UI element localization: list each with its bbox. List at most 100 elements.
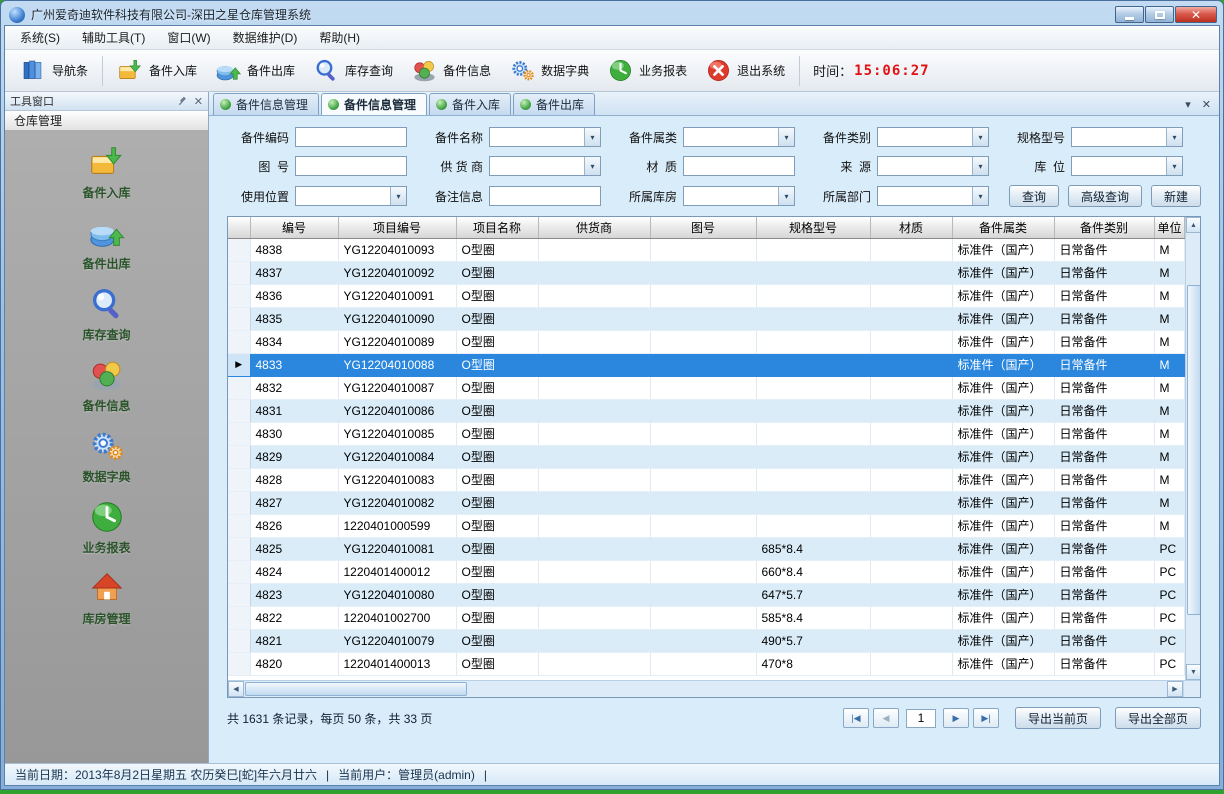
column-header[interactable]: 材质	[870, 217, 952, 238]
table-row[interactable]: 4828YG12204010083O型圈标准件（国产）日常备件M	[228, 468, 1184, 491]
column-header[interactable]: 供货商	[538, 217, 650, 238]
toolbar-parts-outbound[interactable]: 备件出库	[206, 53, 304, 88]
column-header[interactable]: 项目编号	[338, 217, 456, 238]
column-header[interactable]: 项目名称	[456, 217, 538, 238]
column-header[interactable]: 编号	[250, 217, 338, 238]
tool-window-close-icon[interactable]: ✕	[194, 95, 203, 108]
table-row[interactable]: 48201220401400013O型圈470*8标准件（国产）日常备件PC	[228, 652, 1184, 675]
search-dropdown[interactable]: ▾	[489, 156, 601, 176]
row-selector-cell[interactable]: ▶	[228, 353, 250, 376]
table-row[interactable]: ▶4833YG12204010088O型圈标准件（国产）日常备件M	[228, 353, 1184, 376]
next-page-button[interactable]: ▶	[943, 708, 969, 728]
toolbar-navigator[interactable]: 导航条	[11, 53, 97, 88]
row-selector-cell[interactable]	[228, 261, 250, 284]
column-header[interactable]: 备件类别	[1054, 217, 1154, 238]
scroll-down-icon[interactable]: ▼	[1186, 664, 1201, 680]
prev-page-button[interactable]: ◀	[873, 708, 899, 728]
row-selector-cell[interactable]	[228, 537, 250, 560]
sidebar-item-warehouse-manage[interactable]: 库房管理	[5, 569, 208, 627]
table-row[interactable]: 48261220401000599O型圈标准件（国产）日常备件M	[228, 514, 1184, 537]
row-selector-cell[interactable]	[228, 284, 250, 307]
search-dropdown[interactable]: ▾	[683, 127, 795, 147]
row-selector-cell[interactable]	[228, 330, 250, 353]
row-selector-cell[interactable]	[228, 376, 250, 399]
menu-window[interactable]: 窗口(W)	[156, 26, 221, 49]
export-all-pages-button[interactable]: 导出全部页	[1115, 707, 1201, 729]
table-row[interactable]: 4831YG12204010086O型圈标准件（国产）日常备件M	[228, 399, 1184, 422]
toolbar-parts-inbound[interactable]: 备件入库	[108, 53, 206, 88]
table-row[interactable]: 4837YG12204010092O型圈标准件（国产）日常备件M	[228, 261, 1184, 284]
sidebar-item-parts-outbound[interactable]: 备件出库	[5, 214, 208, 272]
table-row[interactable]: 4832YG12204010087O型圈标准件（国产）日常备件M	[228, 376, 1184, 399]
advanced-query-button[interactable]: 高级查询	[1068, 185, 1142, 207]
row-selector-cell[interactable]	[228, 468, 250, 491]
search-text-input[interactable]	[683, 156, 795, 176]
row-selector-cell[interactable]	[228, 491, 250, 514]
first-page-button[interactable]: |◀	[843, 708, 869, 728]
search-dropdown[interactable]: ▾	[877, 186, 989, 206]
table-row[interactable]: 4823YG12204010080O型圈647*5.7标准件（国产）日常备件PC	[228, 583, 1184, 606]
menu-data-maintenance[interactable]: 数据维护(D)	[222, 26, 309, 49]
scroll-up-icon[interactable]: ▲	[1186, 217, 1201, 233]
row-selector-cell[interactable]	[228, 399, 250, 422]
table-row[interactable]: 4835YG12204010090O型圈标准件（国产）日常备件M	[228, 307, 1184, 330]
close-button[interactable]: ✕	[1175, 6, 1217, 23]
tab-parts-outbound[interactable]: 备件出库	[513, 93, 595, 115]
tab-parts-info-manage-1[interactable]: 备件信息管理	[213, 93, 319, 115]
column-header[interactable]: 规格型号	[756, 217, 870, 238]
pin-icon[interactable]	[177, 96, 188, 107]
sidebar-item-stock-query[interactable]: 库存查询	[5, 285, 208, 343]
row-selector-cell[interactable]	[228, 652, 250, 675]
toolbar-business-report[interactable]: 业务报表	[598, 53, 696, 88]
row-selector-cell[interactable]	[228, 307, 250, 330]
maximize-button[interactable]	[1145, 6, 1174, 23]
scroll-right-icon[interactable]: ▶	[1167, 681, 1183, 697]
row-selector-cell[interactable]	[228, 238, 250, 261]
sidebar-item-business-report[interactable]: 业务报表	[5, 498, 208, 556]
table-row[interactable]: 4834YG12204010089O型圈标准件（国产）日常备件M	[228, 330, 1184, 353]
column-header[interactable]: 单位	[1154, 217, 1184, 238]
toolbar-stock-query[interactable]: 库存查询	[304, 53, 402, 88]
tab-close-icon[interactable]: ✕	[1202, 98, 1211, 111]
column-header[interactable]: 备件属类	[952, 217, 1054, 238]
table-row[interactable]: 4821YG12204010079O型圈490*5.7标准件（国产）日常备件PC	[228, 629, 1184, 652]
search-dropdown[interactable]: ▾	[683, 186, 795, 206]
row-selector-cell[interactable]	[228, 422, 250, 445]
menu-aux-tools[interactable]: 辅助工具(T)	[71, 26, 156, 49]
tab-parts-info-manage-2[interactable]: 备件信息管理	[321, 93, 427, 115]
search-text-input[interactable]	[295, 127, 407, 147]
search-dropdown[interactable]: ▾	[877, 127, 989, 147]
toolbar-data-dictionary[interactable]: 数据字典	[500, 53, 598, 88]
toolbar-exit-system[interactable]: 退出系统	[696, 53, 794, 88]
horizontal-scroll-thumb[interactable]	[245, 682, 467, 696]
search-dropdown[interactable]: ▾	[489, 127, 601, 147]
scroll-left-icon[interactable]: ◀	[228, 681, 244, 697]
sidebar-item-parts-inbound[interactable]: 备件入库	[5, 143, 208, 201]
table-row[interactable]: 4829YG12204010084O型圈标准件（国产）日常备件M	[228, 445, 1184, 468]
sidebar-group-header[interactable]: 仓库管理	[5, 111, 208, 131]
row-selector-cell[interactable]	[228, 514, 250, 537]
toolbar-parts-info[interactable]: 备件信息	[402, 53, 500, 88]
query-button[interactable]: 查询	[1009, 185, 1059, 207]
row-selector-cell[interactable]	[228, 445, 250, 468]
page-number-input[interactable]	[906, 709, 936, 728]
new-button[interactable]: 新建	[1151, 185, 1201, 207]
search-dropdown[interactable]: ▾	[877, 156, 989, 176]
sidebar-item-data-dictionary[interactable]: 数据字典	[5, 427, 208, 485]
tab-list-chevron-down-icon[interactable]: ▾	[1185, 98, 1191, 111]
table-row[interactable]: 4830YG12204010085O型圈标准件（国产）日常备件M	[228, 422, 1184, 445]
row-selector-cell[interactable]	[228, 606, 250, 629]
tab-parts-inbound[interactable]: 备件入库	[429, 93, 511, 115]
row-selector-cell[interactable]	[228, 560, 250, 583]
table-row[interactable]: 4836YG12204010091O型圈标准件（国产）日常备件M	[228, 284, 1184, 307]
search-text-input[interactable]	[295, 156, 407, 176]
last-page-button[interactable]: ▶|	[973, 708, 999, 728]
search-dropdown[interactable]: ▾	[1071, 156, 1183, 176]
menu-help[interactable]: 帮助(H)	[308, 26, 371, 49]
row-selector-cell[interactable]	[228, 629, 250, 652]
export-current-page-button[interactable]: 导出当前页	[1015, 707, 1101, 729]
table-row[interactable]: 4827YG12204010082O型圈标准件（国产）日常备件M	[228, 491, 1184, 514]
row-selector-cell[interactable]	[228, 583, 250, 606]
vertical-scroll-thumb[interactable]	[1187, 285, 1201, 615]
menu-system[interactable]: 系统(S)	[9, 26, 71, 49]
